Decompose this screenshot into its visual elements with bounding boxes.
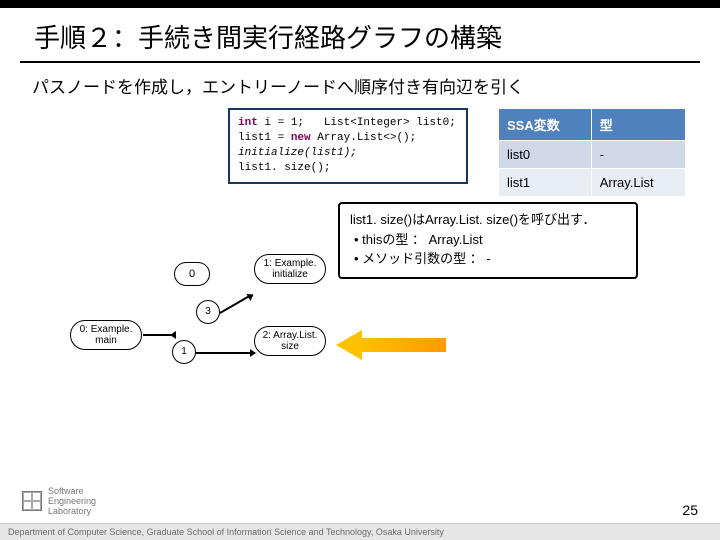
code-kw-new: new — [291, 132, 311, 144]
code-block: int i = 1; List<Integer> list0; list1 = … — [228, 108, 468, 184]
code-l2a: list1 = — [238, 132, 291, 144]
code-kw-int: int — [238, 117, 258, 129]
table-header-type: 型 — [591, 109, 685, 141]
footer-affiliation: Department of Computer Science, Graduate… — [0, 523, 720, 540]
callout-bullet: thisの型 ： Array.List — [354, 230, 626, 250]
graph-node-3: 3 — [196, 300, 220, 324]
top-bar — [0, 0, 720, 8]
main-stage: int i = 1; List<Integer> list0; list1 = … — [0, 108, 720, 428]
graph-node-size: 2: Array.List. size — [254, 326, 326, 356]
edge — [196, 352, 254, 354]
subtitle: パスノードを作成し，エントリーノードへ順序付き有向辺を引く — [0, 73, 720, 108]
graph-node-main: 0: Example. main — [70, 320, 142, 350]
callout-heading: list1. size()はArray.List. size()を呼び出す． — [350, 210, 626, 230]
code-l1: i = 1; List<Integer> list0; — [258, 117, 456, 129]
logo-text: Software Engineering Laboratory — [48, 486, 96, 516]
code-l2c: Array.List<>(); — [311, 132, 417, 144]
arrow-head-icon — [170, 331, 176, 339]
edge — [220, 295, 250, 314]
footer-bar: Department of Computer Science, Graduate… — [0, 523, 720, 540]
ssa-table: SSA変数 型 list0 - list1 Array.List — [498, 108, 686, 197]
table-cell: Array.List — [591, 169, 685, 197]
callout-bullet: メソッド引数の型 ： - — [354, 249, 626, 269]
graph-bubble-0: 0 — [174, 262, 210, 286]
table-cell: list0 — [499, 141, 592, 169]
title-divider — [20, 61, 700, 63]
code-l4: list1. size(); — [238, 162, 330, 174]
page-number: 25 — [682, 502, 698, 518]
table-cell: list1 — [499, 169, 592, 197]
arrow-head-icon — [250, 349, 256, 357]
arrow-head-icon — [246, 291, 255, 301]
graph-node-1: 1 — [172, 340, 196, 364]
code-l3: initialize(list1); — [238, 147, 357, 159]
page-title: 手順２：手続き間実行経路グラフの構築 — [34, 18, 686, 55]
lab-logo: Software Engineering Laboratory — [22, 486, 96, 516]
table-cell: - — [591, 141, 685, 169]
edge — [143, 334, 173, 336]
logo-mark-icon — [22, 491, 42, 511]
graph-node-initialize: 1: Example. initialize — [254, 254, 326, 284]
highlight-arrow-icon — [336, 330, 446, 360]
table-header-var: SSA変数 — [499, 109, 592, 141]
callout-box: list1. size()はArray.List. size()を呼び出す． t… — [338, 202, 638, 279]
